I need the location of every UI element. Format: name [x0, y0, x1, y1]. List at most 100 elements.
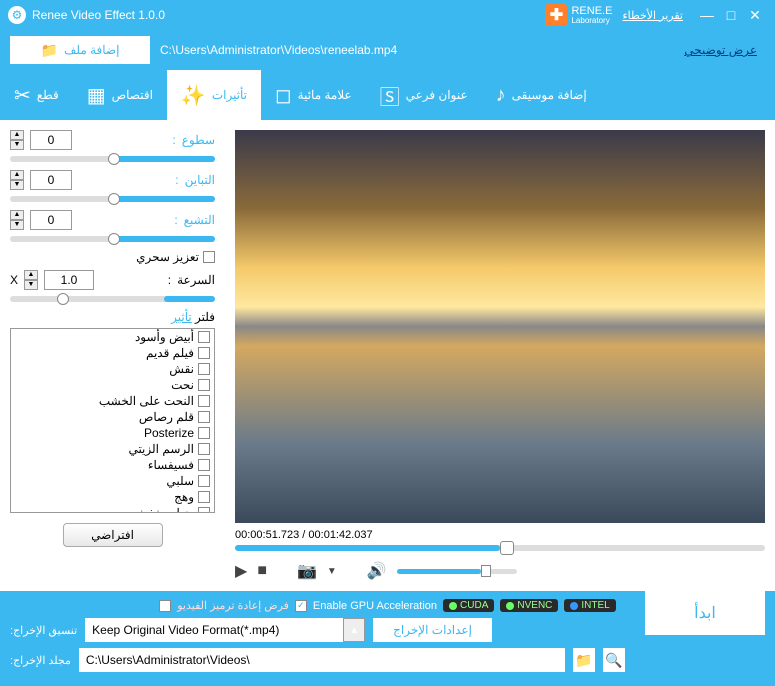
filter-checkbox[interactable] [198, 475, 210, 487]
force-reencode-checkbox[interactable] [159, 600, 171, 612]
gpu-accel-checkbox[interactable]: ✓ [295, 600, 307, 612]
toolbar: 📁 إضافة ملف C:\Users\Administrator\Video… [0, 30, 775, 70]
tab-crop[interactable]: ▦اقتصاص [73, 70, 167, 120]
bug-report-link[interactable]: تقرير الأخطاء [622, 9, 683, 22]
preview-panel: 00:00:51.723 / 00:01:42.037 ▶ ■ 📷 ▼ 🔊 [225, 120, 775, 591]
format-select[interactable] [85, 618, 343, 642]
contrast-down[interactable]: ▼ [10, 180, 24, 190]
close-button[interactable]: ✕ [743, 7, 767, 24]
filter-item[interactable]: الرسم الزيتي [11, 441, 214, 457]
output-settings-button[interactable]: إعدادات الإخراج [373, 618, 492, 642]
play-button[interactable]: ▶ [235, 561, 247, 581]
add-file-button[interactable]: 📁 إضافة ملف [10, 36, 150, 64]
magic-enhance-checkbox[interactable] [203, 251, 215, 263]
speed-down[interactable]: ▼ [24, 280, 38, 290]
minimize-button[interactable]: — [695, 7, 719, 23]
video-preview[interactable] [235, 130, 765, 523]
filter-checkbox[interactable] [198, 491, 210, 503]
intel-badge: INTEL [564, 599, 615, 612]
volume-slider[interactable] [397, 569, 517, 574]
app-title: Renee Video Effect 1.0.0 [32, 8, 165, 22]
magic-enhance-label: تعزيز سحري [136, 250, 199, 264]
speed-up[interactable]: ▲ [24, 270, 38, 280]
filter-item[interactable]: نقش [11, 361, 214, 377]
browse-dir-button[interactable]: 📁 [573, 648, 595, 672]
contrast-up[interactable]: ▲ [10, 170, 24, 180]
filter-item[interactable]: فيلم قديم [11, 345, 214, 361]
brightness-input[interactable] [30, 130, 72, 150]
contrast-slider[interactable] [10, 196, 215, 202]
filter-item[interactable]: أبيض وأسود [11, 329, 214, 345]
speed-slider[interactable] [10, 296, 215, 302]
filter-checkbox[interactable] [198, 459, 210, 471]
saturation-up[interactable]: ▲ [10, 210, 24, 220]
video-frame [235, 130, 765, 523]
seek-slider[interactable] [235, 545, 765, 551]
open-dir-button[interactable]: 🔍 [603, 648, 625, 672]
tabs: ✂قطع ▦اقتصاص ✨تأثيرات ◻علامة مائية 🅂عنوا… [0, 70, 775, 120]
brand-logo: ✚ RENE.E Laboratory [545, 4, 612, 26]
filter-item[interactable]: Posterize [11, 425, 214, 441]
crop-icon: ▦ [87, 83, 106, 108]
dir-label: :مجلد الإخراج [10, 654, 71, 667]
filter-checkbox[interactable] [198, 507, 210, 513]
snapshot-dropdown[interactable]: ▼ [327, 566, 337, 577]
filter-item[interactable]: قلم رصاص [11, 409, 214, 425]
wand-icon: ✨ [181, 83, 206, 108]
output-dir-input[interactable] [79, 648, 565, 672]
filter-checkbox[interactable] [198, 347, 210, 359]
snapshot-button[interactable]: 📷 [297, 561, 317, 581]
tab-watermark[interactable]: ◻علامة مائية [261, 70, 366, 120]
filter-checkbox[interactable] [198, 331, 210, 343]
filter-item[interactable]: سلبي [11, 473, 214, 489]
saturation-input[interactable] [30, 210, 72, 230]
cuda-badge: CUDA [443, 599, 494, 612]
scissors-icon: ✂ [14, 83, 31, 108]
filter-list[interactable]: أبيض وأسودفيلم قديمنقشنحتالنحت على الخشب… [10, 328, 215, 513]
file-path-label: C:\Users\Administrator\Videos\reneelab.m… [160, 43, 397, 57]
brightness-slider[interactable] [10, 156, 215, 162]
app-icon: ⚙ [8, 6, 26, 24]
filter-checkbox[interactable] [198, 379, 210, 391]
watermark-icon: ◻ [275, 83, 292, 108]
filter-checkbox[interactable] [198, 427, 210, 439]
speed-input[interactable] [44, 270, 94, 290]
demo-link[interactable]: عرض توضيحي [684, 43, 757, 57]
default-button[interactable]: افتراضي [63, 523, 163, 547]
effects-sidebar: سطوع: ▲▼ التباين: ▲▼ التشبع: [0, 120, 225, 591]
maximize-button[interactable]: □ [719, 7, 743, 23]
speed-label: السرعة [177, 273, 215, 287]
tab-effects[interactable]: ✨تأثيرات [167, 70, 261, 120]
brightness-up[interactable]: ▲ [10, 130, 24, 140]
contrast-input[interactable] [30, 170, 72, 190]
filter-item[interactable]: نحت [11, 377, 214, 393]
filter-effect-link[interactable]: تأثير [171, 310, 192, 324]
filter-item[interactable]: ضباب خفيف [11, 505, 214, 513]
brightness-down[interactable]: ▼ [10, 140, 24, 150]
saturation-down[interactable]: ▼ [10, 220, 24, 230]
folder-plus-icon: 📁 [41, 42, 58, 59]
start-button[interactable]: ابدأ [645, 591, 765, 635]
format-label: :تنسيق الإخراج [10, 624, 77, 637]
saturation-slider[interactable] [10, 236, 215, 242]
tab-music[interactable]: ♪إضافة موسيقى [482, 70, 601, 120]
brightness-label: سطوع [182, 133, 215, 147]
saturation-label: التشبع [184, 213, 215, 227]
gpu-accel-label: Enable GPU Acceleration [313, 600, 437, 612]
filter-item[interactable]: وهج [11, 489, 214, 505]
filter-item[interactable]: النحت على الخشب [11, 393, 214, 409]
filter-item[interactable]: فسيفساء [11, 457, 214, 473]
format-dropdown-button[interactable]: ▲ [343, 618, 365, 642]
filter-checkbox[interactable] [198, 411, 210, 423]
volume-icon[interactable]: 🔊 [367, 561, 387, 581]
tab-subtitle[interactable]: 🅂عنوان فرعي [366, 70, 482, 120]
filter-checkbox[interactable] [198, 363, 210, 375]
force-reencode-label: فرض إعادة ترميز الفيديو [177, 599, 289, 612]
stop-button[interactable]: ■ [257, 562, 267, 580]
logo-cross-icon: ✚ [545, 4, 567, 26]
filter-checkbox[interactable] [198, 443, 210, 455]
tab-cut[interactable]: ✂قطع [0, 70, 73, 120]
filter-checkbox[interactable] [198, 395, 210, 407]
subtitle-icon: 🅂 [380, 81, 400, 110]
music-icon: ♪ [496, 84, 506, 107]
